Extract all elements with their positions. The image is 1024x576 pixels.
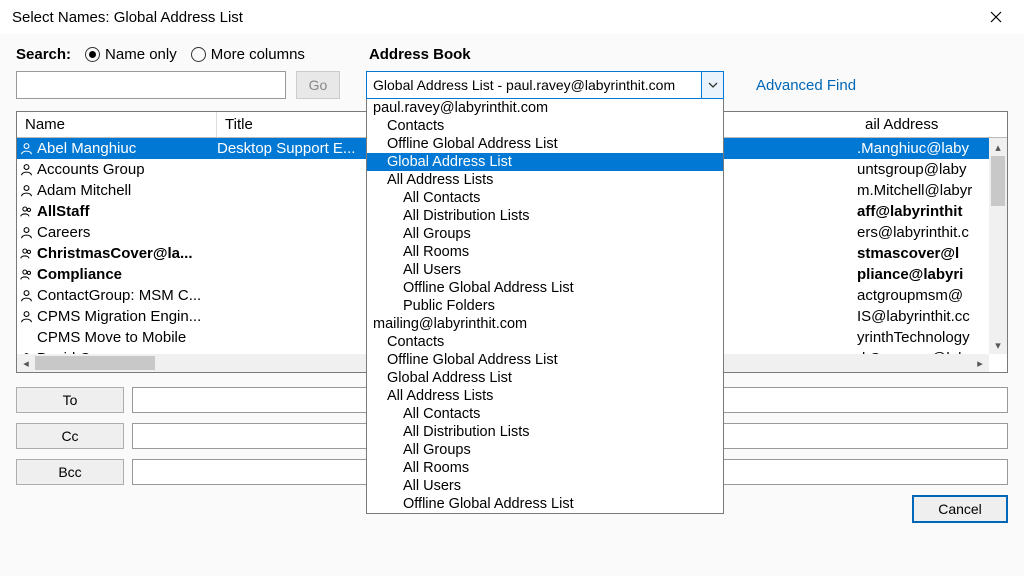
scroll-down-icon: ▾ (989, 336, 1007, 354)
email-cell[interactable]: aff@labyrinthit (857, 201, 1007, 222)
search-label: Search: (16, 46, 71, 63)
dropdown-item[interactable]: Global Address List (367, 153, 723, 171)
row-name: Compliance (35, 266, 217, 283)
person-icon (17, 289, 35, 302)
dropdown-item[interactable]: Offline Global Address List (367, 495, 723, 513)
advanced-find-link[interactable]: Advanced Find (756, 77, 856, 94)
dropdown-item[interactable]: All Distribution Lists (367, 207, 723, 225)
col-title[interactable]: Title (217, 112, 367, 137)
scroll-thumb[interactable] (991, 156, 1005, 206)
dropdown-item[interactable]: All Users (367, 477, 723, 495)
row-name: Careers (35, 224, 217, 241)
dropdown-item[interactable]: All Rooms (367, 459, 723, 477)
vertical-scrollbar[interactable]: ▴ ▾ (989, 138, 1007, 354)
radio-dot-checked-icon (85, 47, 100, 62)
close-icon (990, 11, 1002, 23)
scroll-left-icon: ◂ (17, 354, 35, 372)
person-icon (17, 247, 35, 260)
dropdown-item[interactable]: Contacts (367, 117, 723, 135)
email-cell[interactable]: untsgroup@laby (857, 159, 1007, 180)
dialog-title: Select Names: Global Address List (12, 9, 976, 26)
email-column: ail Address .Manghiuc@labyuntsgroup@laby… (857, 112, 1007, 372)
radio-name-only-label: Name only (105, 46, 177, 63)
radio-dot-icon (191, 47, 206, 62)
dropdown-item[interactable]: All Groups (367, 225, 723, 243)
email-cell[interactable]: yrinthTechnology (857, 327, 1007, 348)
row-name: Abel Manghiuc (35, 140, 217, 157)
dropdown-item[interactable]: All Users (367, 261, 723, 279)
address-book-dropdown[interactable]: paul.ravey@labyrinthit.comContactsOfflin… (366, 99, 724, 514)
radio-more-columns-label: More columns (211, 46, 305, 63)
dropdown-item[interactable]: Public Folders (367, 297, 723, 315)
dropdown-item[interactable]: Offline Global Address List (367, 135, 723, 153)
dropdown-item[interactable]: paul.ravey@labyrinthit.com (367, 99, 723, 117)
dropdown-item[interactable]: All Address Lists (367, 387, 723, 405)
input-row: Go Global Address List - paul.ravey@laby… (16, 71, 1008, 99)
row-name: CPMS Move to Mobile (35, 329, 217, 346)
dropdown-item[interactable]: Global Address List (367, 369, 723, 387)
row-title: Desktop Support E... (217, 140, 367, 157)
scroll-up-icon: ▴ (989, 138, 1007, 156)
scroll-right-icon: ▸ (971, 354, 989, 372)
email-cell[interactable]: stmascover@l (857, 243, 1007, 264)
dropdown-item[interactable]: mailing@labyrinthit.com (367, 315, 723, 333)
row-name: Accounts Group (35, 161, 217, 178)
email-rows: .Manghiuc@labyuntsgroup@labym.Mitchell@l… (857, 138, 1007, 369)
select-names-dialog: Select Names: Global Address List Search… (0, 0, 1024, 576)
radio-name-only[interactable]: Name only (85, 46, 177, 63)
dropdown-item[interactable]: All Address Lists (367, 171, 723, 189)
email-cell[interactable]: ers@labyrinthit.c (857, 222, 1007, 243)
col-name[interactable]: Name (17, 112, 217, 137)
address-book-value: Global Address List - paul.ravey@labyrin… (367, 72, 701, 98)
email-cell[interactable]: pliance@labyri (857, 264, 1007, 285)
dropdown-item[interactable]: All Contacts (367, 405, 723, 423)
hscroll-thumb[interactable] (35, 356, 155, 370)
address-book-combo-wrap: Global Address List - paul.ravey@labyrin… (366, 71, 724, 99)
radio-more-columns[interactable]: More columns (191, 46, 305, 63)
dialog-content: Search: Name only More columns Address B… (0, 34, 1024, 485)
person-icon (17, 163, 35, 176)
dropdown-item[interactable]: All Rooms (367, 243, 723, 261)
person-icon (17, 268, 35, 281)
dropdown-item[interactable]: All Groups (367, 441, 723, 459)
search-input[interactable] (16, 71, 286, 99)
dropdown-item[interactable]: Offline Global Address List (367, 351, 723, 369)
row-name: ContactGroup: MSM C... (35, 287, 217, 304)
titlebar: Select Names: Global Address List (0, 0, 1024, 34)
row-name: ChristmasCover@la... (35, 245, 217, 262)
cancel-button[interactable]: Cancel (912, 495, 1008, 523)
person-icon (17, 184, 35, 197)
email-cell[interactable]: actgroupmsm@ (857, 285, 1007, 306)
close-button[interactable] (976, 2, 1016, 32)
email-cell[interactable]: .Manghiuc@laby (857, 138, 1007, 159)
chevron-down-icon (701, 72, 723, 98)
email-cell[interactable]: m.Mitchell@labyr (857, 180, 1007, 201)
address-book-label: Address Book (369, 46, 471, 63)
row-name: Adam Mitchell (35, 182, 217, 199)
search-row: Search: Name only More columns Address B… (16, 46, 1008, 63)
bcc-button[interactable]: Bcc (16, 459, 124, 485)
dropdown-item[interactable]: All Distribution Lists (367, 423, 723, 441)
person-icon (17, 205, 35, 218)
dropdown-item[interactable]: All Contacts (367, 189, 723, 207)
dropdown-item[interactable]: Contacts (367, 333, 723, 351)
person-icon (17, 142, 35, 155)
address-book-combo[interactable]: Global Address List - paul.ravey@labyrin… (366, 71, 724, 99)
person-icon (17, 310, 35, 323)
row-name: CPMS Migration Engin... (35, 308, 217, 325)
go-button[interactable]: Go (296, 71, 340, 99)
person-icon (17, 226, 35, 239)
to-button[interactable]: To (16, 387, 124, 413)
row-name: AllStaff (35, 203, 217, 220)
col-email[interactable]: ail Address (857, 112, 1007, 138)
dropdown-item[interactable]: Offline Global Address List (367, 279, 723, 297)
cc-button[interactable]: Cc (16, 423, 124, 449)
email-cell[interactable]: IS@labyrinthit.cc (857, 306, 1007, 327)
